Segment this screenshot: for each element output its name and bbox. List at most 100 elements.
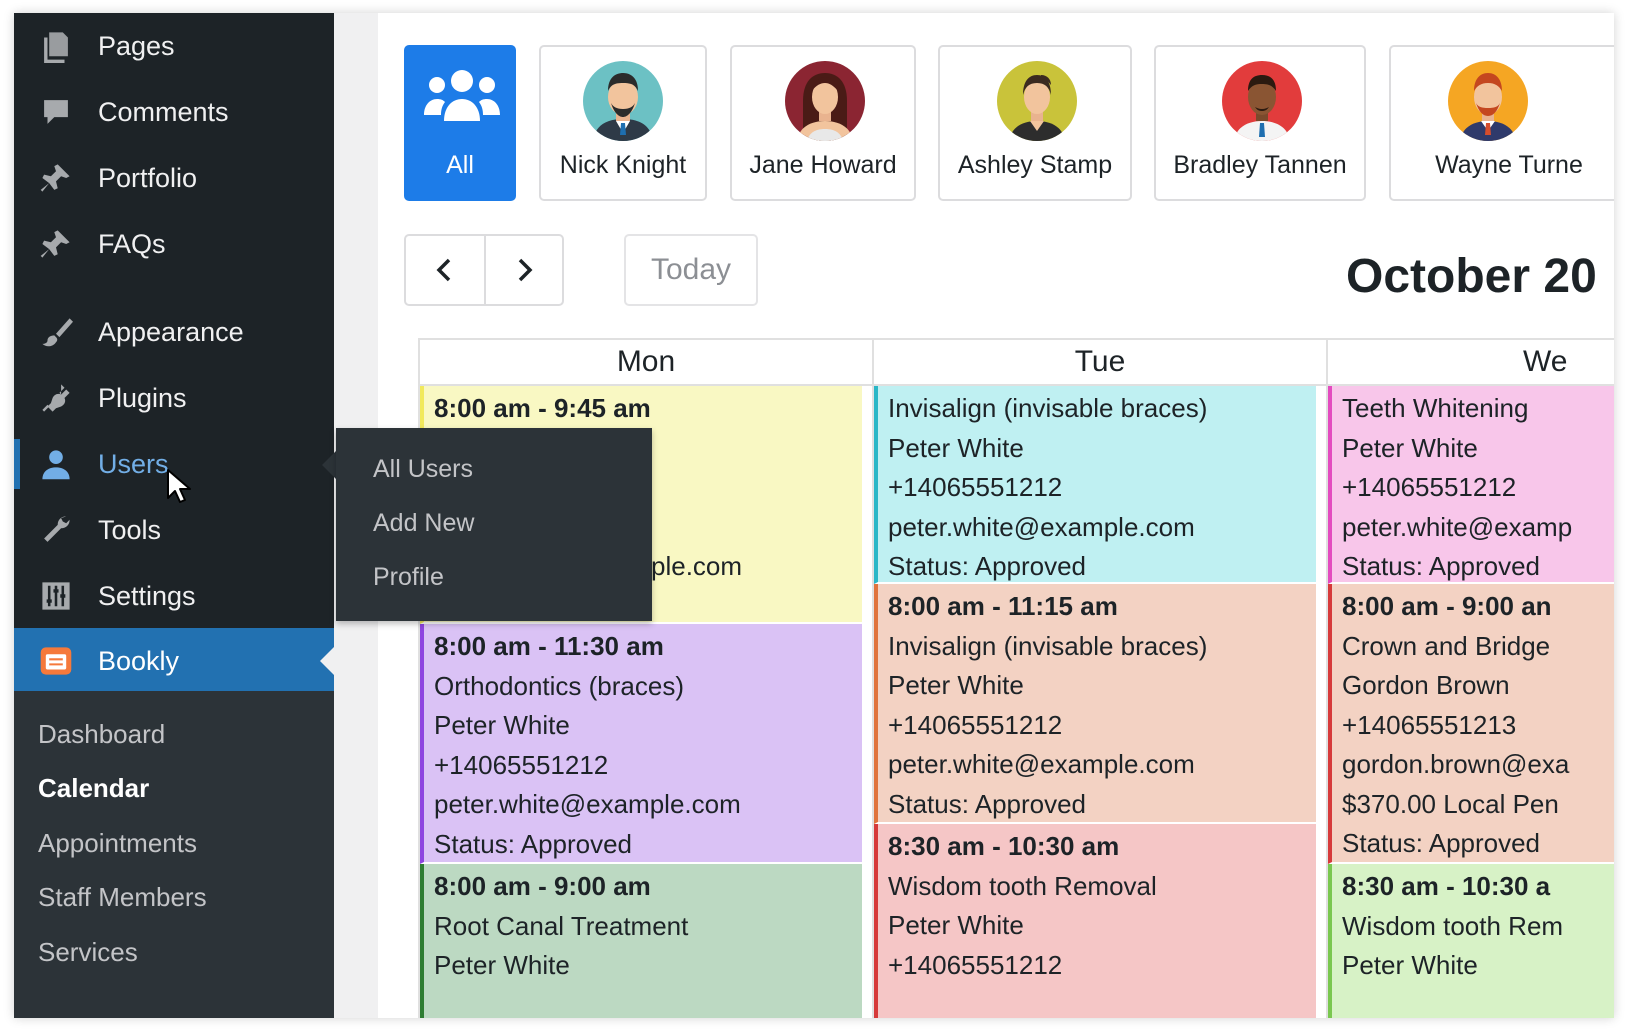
prev-button[interactable] — [404, 234, 486, 306]
sidebar-item-label: Comments — [98, 96, 229, 127]
event-time: 8:00 am - 11:30 am — [434, 631, 664, 661]
appointment-event[interactable]: Teeth Whitening Peter White +14065551212… — [1328, 386, 1614, 584]
event-customer: Peter White — [434, 950, 570, 980]
event-time: 8:00 am - 11:15 am — [888, 591, 1118, 621]
submenu-dashboard[interactable]: Dashboard — [38, 719, 165, 750]
event-time: 8:00 am - 9:00 an — [1342, 591, 1552, 621]
sidebar-item-portfolio[interactable]: Portfolio — [14, 145, 334, 211]
flyout-add-new[interactable]: Add New — [373, 509, 474, 538]
submenu-staff-members[interactable]: Staff Members — [38, 882, 207, 913]
sliders-icon — [32, 577, 80, 615]
event-status: Status: Approved — [888, 788, 1087, 819]
appointment-event[interactable]: 8:00 am - 9:00 an Crown and Bridge Gordo… — [1328, 584, 1614, 864]
staff-name: Jane Howard — [749, 151, 897, 179]
sidebar-item-label: Plugins — [98, 382, 187, 413]
event-status: Status: Approved — [1342, 551, 1541, 581]
staff-name: Ashley Stamp — [957, 151, 1113, 179]
appointment-event[interactable]: 8:30 am - 10:30 am Wisdom tooth Removal … — [874, 824, 1316, 1018]
wrench-icon — [32, 511, 80, 549]
sidebar-item-label: Bookly — [98, 645, 180, 676]
day-header-mon: Mon — [418, 338, 874, 386]
appointment-event[interactable]: 8:00 am - 11:30 am Orthodontics (braces)… — [420, 624, 862, 864]
today-button[interactable]: Today — [624, 234, 758, 306]
submenu-services[interactable]: Services — [38, 937, 138, 968]
staff-filter-bradley-tannen[interactable]: Bradley Tannen — [1154, 45, 1366, 201]
event-customer: Peter White — [888, 910, 1024, 940]
event-service: Invisalign (invisable braces) — [888, 630, 1208, 661]
event-customer: Peter White — [1342, 950, 1478, 980]
sidebar-item-label: FAQs — [98, 228, 166, 259]
staff-name: Nick Knight — [559, 151, 687, 179]
sidebar-item-plugins[interactable]: Plugins — [14, 365, 334, 431]
event-service: Root Canal Treatment — [434, 910, 689, 941]
staff-filter-ashley-stamp[interactable]: Ashley Stamp — [938, 45, 1132, 201]
sidebar-item-appearance[interactable]: Appearance — [14, 299, 334, 365]
staff-filter-all[interactable]: All — [404, 45, 516, 201]
submenu-calendar[interactable]: Calendar — [38, 773, 149, 804]
staff-filter-nick-knight[interactable]: Nick Knight — [539, 45, 707, 201]
sidebar-item-bookly[interactable]: Bookly — [14, 628, 334, 694]
event-customer: Peter White — [434, 710, 570, 740]
staff-name: All — [446, 151, 474, 179]
avatar — [997, 61, 1077, 141]
staff-filter-jane-howard[interactable]: Jane Howard — [730, 45, 916, 201]
sidebar-item-faqs[interactable]: FAQs — [14, 211, 334, 277]
event-customer: Peter White — [888, 670, 1024, 700]
submenu-appointments[interactable]: Appointments — [38, 828, 197, 859]
sidebar-item-label: Appearance — [98, 316, 244, 347]
current-menu-arrow — [320, 647, 334, 675]
appointment-event[interactable]: 8:00 am - 11:15 am Invisalign (invisable… — [874, 584, 1316, 824]
active-indicator — [14, 439, 20, 489]
event-time: 8:30 am - 10:30 a — [1342, 871, 1551, 901]
mouse-cursor-icon — [167, 469, 191, 503]
pages-icon — [32, 27, 80, 65]
pushpin-icon — [32, 225, 80, 263]
appointment-event[interactable]: 8:30 am - 10:30 a Wisdom tooth Rem Peter… — [1328, 864, 1614, 1018]
event-phone: +14065551212 — [888, 949, 1063, 980]
event-customer: Peter White — [1342, 432, 1478, 463]
staff-name: Bradley Tannen — [1173, 151, 1347, 179]
event-phone: +14065551213 — [1342, 709, 1517, 740]
sidebar-item-pages[interactable]: Pages — [14, 13, 334, 79]
event-email: peter.white@example.com — [888, 511, 1195, 542]
event-phone: +14065551212 — [1342, 472, 1517, 502]
user-icon — [32, 445, 80, 483]
paintbrush-icon — [32, 313, 80, 351]
sidebar-item-tools[interactable]: Tools — [14, 497, 334, 563]
sidebar-item-settings[interactable]: Settings — [14, 563, 334, 629]
event-phone: +14065551212 — [888, 709, 1063, 740]
flyout-arrow — [322, 451, 336, 479]
flyout-profile[interactable]: Profile — [373, 563, 444, 592]
appointment-event[interactable]: Invisalign (invisable braces) Peter Whit… — [874, 386, 1316, 584]
event-status: Status: Approved — [888, 551, 1087, 581]
avatar — [583, 61, 663, 141]
chevron-left-icon — [436, 258, 451, 282]
event-service: Crown and Bridge — [1342, 630, 1551, 661]
sidebar-item-label: Portfolio — [98, 162, 198, 193]
day-header-wed: We — [1326, 338, 1614, 386]
day-header-tue: Tue — [872, 338, 1328, 386]
event-email: peter.white@example.com — [434, 789, 741, 819]
next-button[interactable] — [484, 234, 564, 306]
flyout-all-users[interactable]: All Users — [373, 455, 473, 484]
flyout-panel: All Users Add New Profile — [336, 428, 652, 621]
appointment-event[interactable]: 8:00 am - 9:00 am Root Canal Treatment P… — [420, 864, 862, 1018]
chevron-right-icon — [518, 258, 533, 282]
avatar — [785, 61, 865, 141]
sidebar-item-comments[interactable]: Comments — [14, 79, 334, 145]
event-email: gordon.brown@exa — [1342, 749, 1570, 779]
event-phone: +14065551212 — [434, 749, 609, 780]
staff-filter-wayne-turne[interactable]: Wayne Turne — [1389, 45, 1614, 201]
event-email: peter.white@example.com — [888, 749, 1195, 779]
event-time: 8:00 am - 9:00 am — [434, 871, 651, 901]
staff-name: Wayne Turne — [1435, 151, 1583, 179]
event-time: 8:30 am - 10:30 am — [888, 831, 1120, 861]
avatar — [1222, 61, 1302, 141]
event-service: Invisalign (invisable braces) — [888, 393, 1208, 423]
event-service: Wisdom tooth Removal — [888, 870, 1157, 901]
event-service: Orthodontics (braces) — [434, 670, 684, 701]
event-customer: Gordon Brown — [1342, 670, 1510, 700]
pushpin-icon — [32, 159, 80, 197]
sidebar-item-label: Settings — [98, 580, 196, 611]
event-status: Status: Approved — [434, 828, 633, 859]
